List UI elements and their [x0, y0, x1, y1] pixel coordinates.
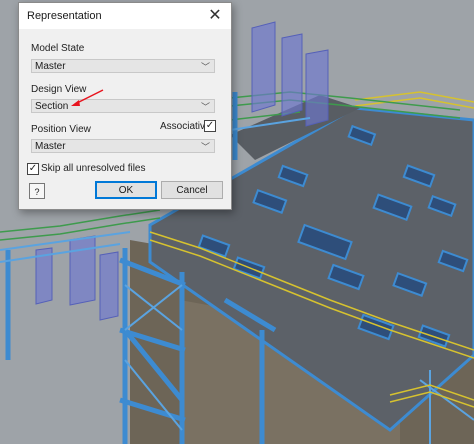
associative-checkbox[interactable]: ✓ — [204, 120, 216, 132]
design-view-value: Section — [35, 101, 69, 112]
skip-unresolved-label: Skip all unresolved files — [41, 163, 146, 174]
chevron-down-icon: ﹀ — [200, 102, 210, 112]
associative-label: Associative — [160, 121, 211, 132]
representation-dialog: Representation ✕ Model State Master ﹀ De… — [18, 2, 232, 210]
position-view-label: Position View — [31, 124, 91, 135]
position-view-dropdown[interactable]: Master ﹀ — [31, 139, 215, 153]
ok-button[interactable]: OK — [95, 181, 157, 199]
close-icon[interactable]: ✕ — [199, 3, 231, 29]
dialog-titlebar: Representation ✕ — [19, 3, 231, 29]
design-view-dropdown[interactable]: Section ﹀ — [31, 99, 215, 113]
chevron-down-icon: ﹀ — [200, 142, 210, 152]
model-state-dropdown[interactable]: Master ﹀ — [31, 59, 215, 73]
model-state-label: Model State — [31, 43, 85, 54]
annotation-arrow-icon — [71, 89, 104, 106]
dialog-title: Representation — [27, 10, 102, 22]
chevron-down-icon: ﹀ — [200, 62, 210, 72]
position-view-value: Master — [35, 141, 66, 152]
model-state-value: Master — [35, 61, 66, 72]
cancel-button[interactable]: Cancel — [161, 181, 223, 199]
skip-unresolved-checkbox[interactable]: ✓ — [27, 163, 39, 175]
help-icon[interactable]: ? — [29, 183, 45, 199]
